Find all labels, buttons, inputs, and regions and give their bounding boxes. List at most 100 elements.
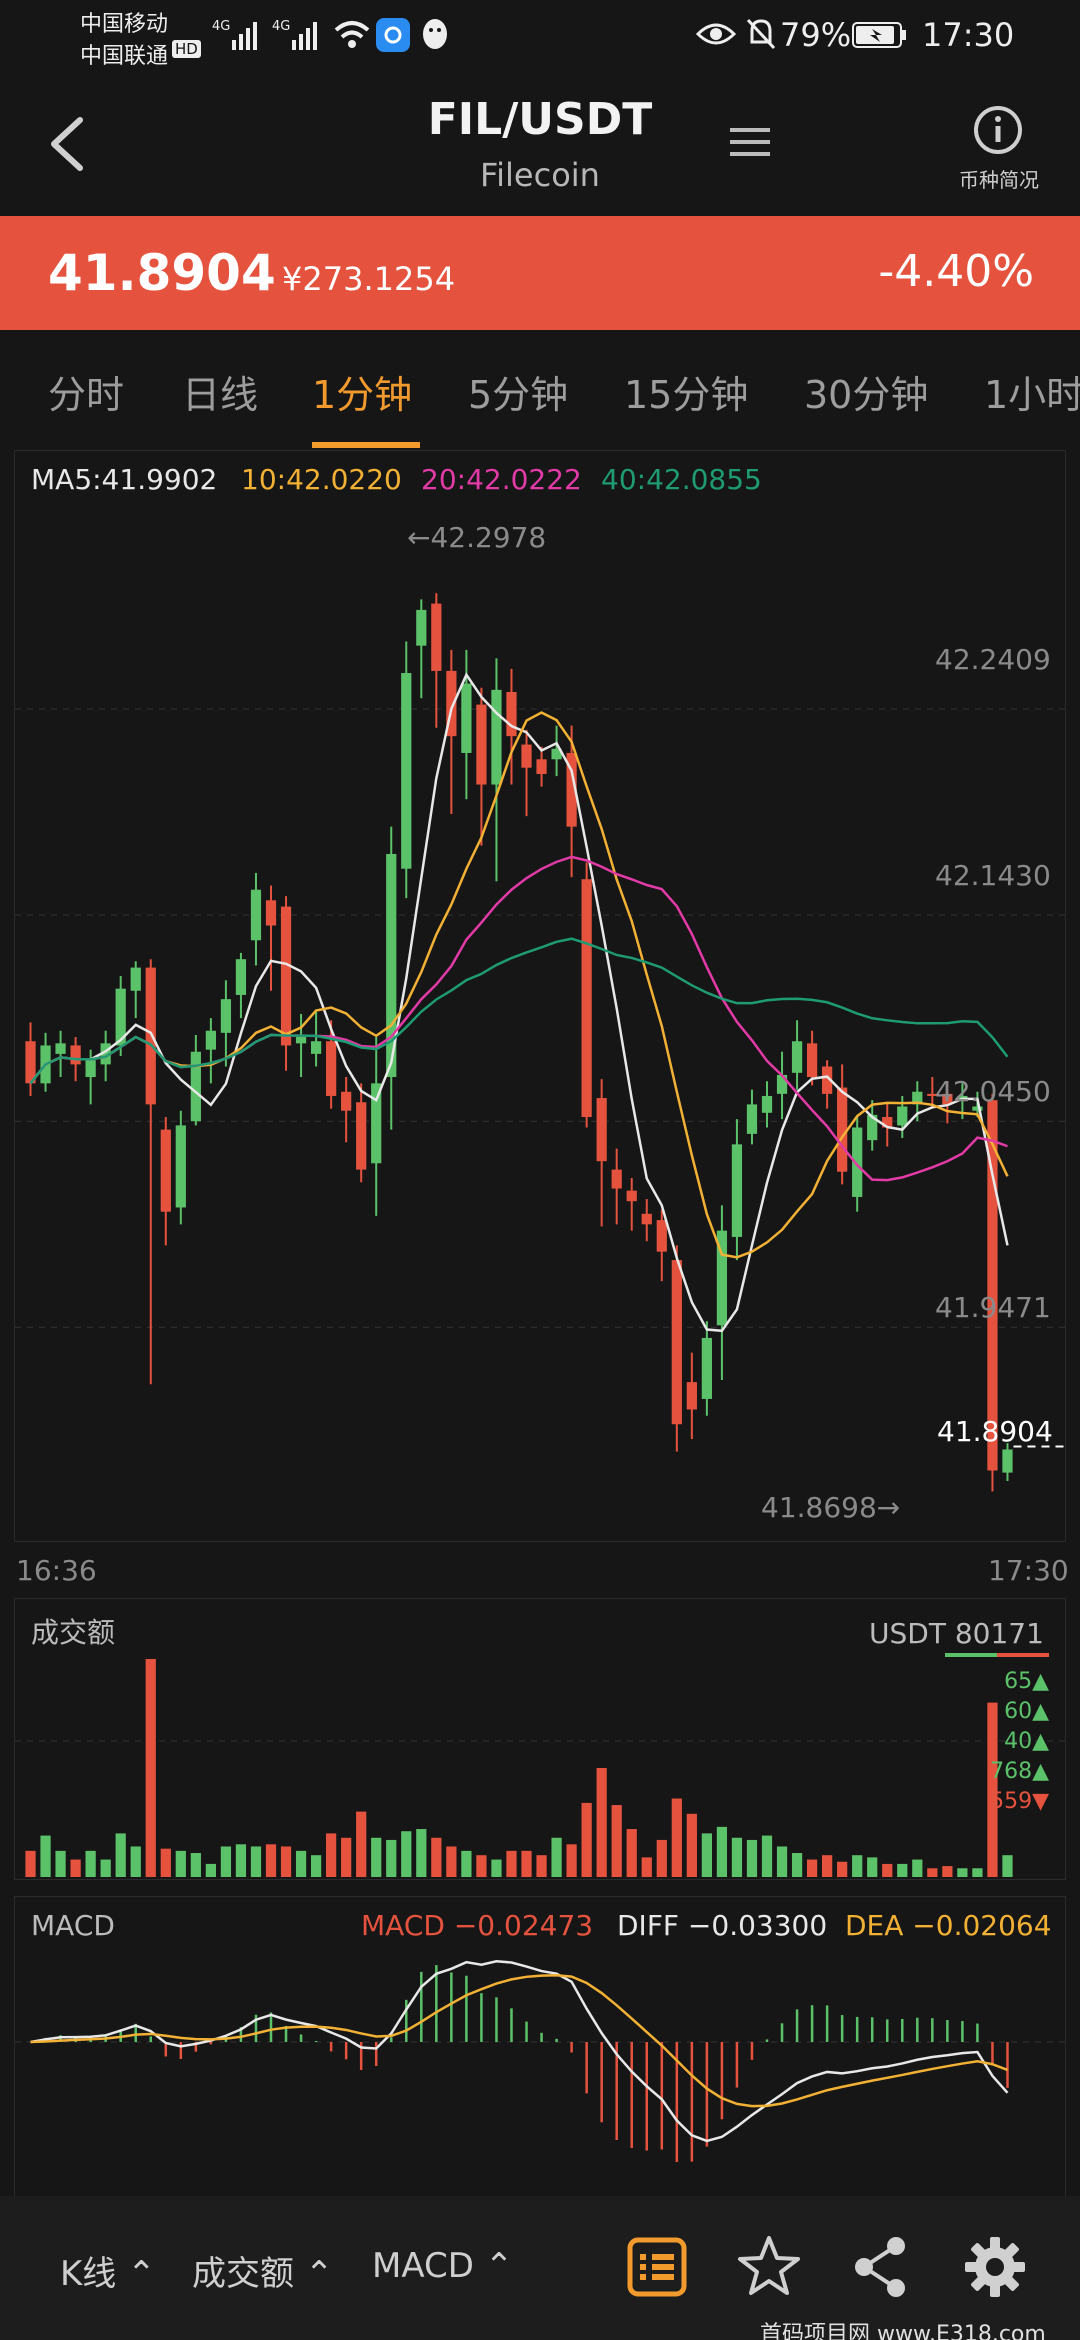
candle-body-33 (521, 744, 532, 768)
volume-bar-47 (731, 1837, 743, 1877)
volume-bar-20 (326, 1833, 337, 1877)
macd-panel[interactable]: MACD MACD −0.02473 DIFF −0.03300 DEA −0.… (14, 1896, 1066, 2198)
volume-bar-29 (461, 1850, 472, 1877)
y-tick-4: 41.9471 (935, 1291, 1051, 1324)
carrier-1: 中国移动 (80, 12, 169, 37)
last-price: 41.8904 (48, 244, 276, 302)
tab-timeshare[interactable]: 分时 (48, 364, 124, 419)
volume-unit-underline-down (997, 1653, 1049, 1657)
y-tick-1: 42.2409 (935, 643, 1051, 676)
tab-1hour[interactable]: 1小时 (984, 364, 1080, 419)
candle-body-27 (431, 603, 442, 671)
volume-bar-35 (551, 1837, 562, 1877)
mute-bell-icon (746, 18, 776, 50)
clock: 17:30 (922, 16, 1015, 54)
volume-bar-5 (100, 1859, 111, 1877)
chevron-up-icon: ⌃ (127, 2254, 156, 2294)
volume-bar-53 (822, 1855, 833, 1877)
volume-level-5: 559▼ (990, 1789, 1049, 1814)
chevron-up-icon: ⌃ (304, 2254, 334, 2294)
candle-body-65 (1002, 1449, 1013, 1473)
high-price-label: ←42.2978 (407, 521, 547, 554)
volume-bar-6 (115, 1833, 126, 1877)
candle-body-39 (611, 1169, 622, 1189)
volume-bar-3 (70, 1859, 81, 1877)
diff-line (30, 1959, 1009, 2143)
candle-body-12 (205, 1030, 216, 1050)
macd-indicator-selector[interactable]: MACD ⌃ (372, 2246, 513, 2286)
signal-icon: 4G 4G (212, 19, 317, 50)
candle-body-49 (761, 1095, 773, 1113)
volume-bar-9 (160, 1848, 171, 1877)
candle-body-47 (731, 1144, 743, 1237)
tab-30min[interactable]: 30分钟 (804, 364, 928, 419)
kline-type-label: K线 (60, 2254, 117, 2294)
app-notify-icon (376, 18, 410, 52)
ma40-line (29, 937, 1009, 1085)
volume-bar-38 (596, 1768, 607, 1877)
volume-bar-24 (386, 1839, 397, 1877)
pair-title: FIL/USDT (427, 94, 653, 145)
menu-icon[interactable] (728, 122, 772, 162)
volume-bar-33 (521, 1850, 532, 1877)
tab-daily[interactable]: 日线 (182, 364, 258, 419)
candle-body-41 (641, 1213, 652, 1225)
tab-15min[interactable]: 15分钟 (624, 364, 748, 419)
volume-bar-1 (40, 1835, 51, 1877)
dea-line (30, 1974, 1008, 2108)
coin-profile-label[interactable]: 币种简况 (940, 164, 1058, 193)
volume-bar-8 (145, 1659, 156, 1877)
volume-bar-62 (957, 1868, 968, 1877)
volume-bar-49 (761, 1835, 773, 1877)
candle-body-8 (145, 967, 156, 1105)
site-watermark: 首码项目网 www.E318.com (760, 2322, 1046, 2340)
volume-bar-32 (506, 1850, 517, 1877)
ma5-line (29, 672, 1009, 1333)
volume-bar-45 (701, 1833, 712, 1877)
volume-level-3: 40▲ (1004, 1729, 1049, 1754)
volume-bar-0 (25, 1850, 36, 1877)
candle-body-48 (746, 1104, 758, 1134)
info-icon[interactable] (972, 104, 1024, 156)
list-icon[interactable] (622, 2232, 692, 2302)
volume-bar-44 (686, 1813, 697, 1877)
volume-indicator-selector[interactable]: 成交额 ⌃ (192, 2246, 333, 2295)
share-icon[interactable] (846, 2232, 916, 2302)
settings-gear-icon[interactable] (960, 2232, 1030, 2302)
volume-bar-52 (806, 1859, 818, 1877)
volume-bar-63 (972, 1868, 983, 1877)
candle-body-54 (837, 1087, 848, 1172)
candle-body-45 (701, 1337, 712, 1399)
candle-body-42 (656, 1220, 667, 1252)
candle-body-30 (476, 704, 487, 785)
volume-bar-40 (626, 1829, 637, 1877)
last-price-line-label: 41.8904 (937, 1415, 1053, 1448)
macd-indicator-label: MACD (372, 2246, 474, 2286)
star-icon[interactable] (734, 2232, 804, 2302)
volume-bar-58 (897, 1863, 908, 1877)
candle-body-52 (806, 1043, 818, 1078)
kline-type-selector[interactable]: K线 ⌃ (60, 2246, 156, 2295)
volume-bar-61 (942, 1866, 953, 1877)
volume-bar-28 (446, 1846, 457, 1877)
volume-bar-57 (882, 1863, 893, 1877)
volume-bars (15, 1653, 1065, 1877)
candle-body-32 (506, 691, 517, 737)
eye-icon (696, 23, 736, 45)
net-1-label: 4G (212, 19, 230, 34)
volume-bar-54 (837, 1861, 848, 1877)
kline-chart-panel[interactable]: MA5:41.9902 10:42.0220 20:42.0222 40:42.… (14, 450, 1066, 1542)
candle-body-21 (341, 1091, 352, 1111)
carrier-2: 中国联通 (80, 44, 169, 69)
candle-body-10 (175, 1125, 186, 1208)
volume-bar-22 (356, 1811, 367, 1877)
price-cny: ¥273.1254 (282, 260, 456, 298)
candle-body-29 (461, 683, 472, 753)
chevron-up-icon: ⌃ (484, 2246, 514, 2286)
volume-panel[interactable]: 成交额 USDT 80171 65▲ 60▲ 40▲ 768▲ 559▼ (14, 1598, 1066, 1880)
candle-body-26 (416, 609, 427, 646)
volume-bar-12 (205, 1863, 216, 1877)
tab-5min[interactable]: 5分钟 (468, 364, 568, 419)
tab-1min[interactable]: 1分钟 (312, 364, 412, 419)
candle-body-4 (85, 1060, 96, 1078)
